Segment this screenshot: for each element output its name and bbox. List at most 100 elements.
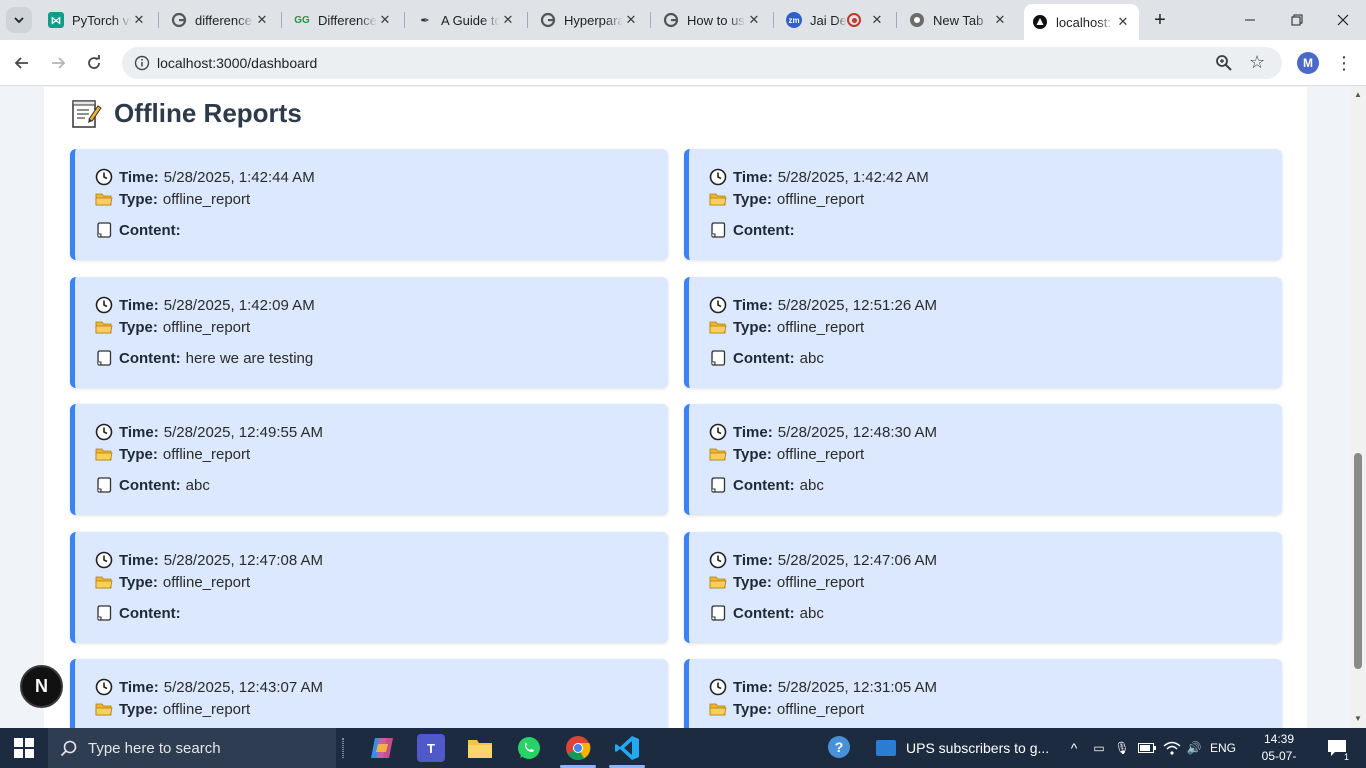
- clock-icon: [95, 551, 113, 569]
- close-tab-icon[interactable]: ✕: [131, 12, 147, 28]
- close-tab-icon[interactable]: ✕: [992, 12, 1008, 28]
- meet-now-icon[interactable]: ▭: [1089, 728, 1109, 768]
- report-card: Time: 5/28/2025, 12:31:05 AM Type: offline_…: [684, 659, 1282, 728]
- google-icon: [171, 12, 187, 28]
- info-icon[interactable]: [134, 55, 150, 71]
- folder-icon: [95, 445, 113, 463]
- minimize-button[interactable]: [1235, 6, 1265, 34]
- zoom-icon[interactable]: [1215, 54, 1233, 72]
- restore-button[interactable]: [1282, 6, 1312, 34]
- tab-new-tab[interactable]: New Tab ✕: [901, 4, 1016, 36]
- field-value: abc: [185, 476, 210, 494]
- scroll-icon: [709, 221, 727, 239]
- news-widget[interactable]: UPS subscribers to g...: [876, 728, 1049, 768]
- close-tab-icon[interactable]: ✕: [746, 12, 762, 28]
- vscode-icon[interactable]: [613, 734, 641, 762]
- scroll-icon: [95, 349, 113, 367]
- volume-icon[interactable]: 🔊: [1184, 728, 1204, 768]
- report-card: Time: 5/28/2025, 12:47:08 AM Type: offline_…: [70, 532, 668, 643]
- teams-icon[interactable]: T: [417, 734, 445, 762]
- report-card: Time: 5/28/2025, 1:42:42 AM Type: offline_r…: [684, 149, 1282, 260]
- report-field: Type: offline_report: [709, 445, 864, 463]
- help-icon[interactable]: ?: [826, 734, 854, 762]
- field-label: Time:: [119, 296, 159, 314]
- close-tab-icon[interactable]: ✕: [377, 12, 393, 28]
- folder-icon: [709, 190, 727, 208]
- copilot-icon[interactable]: [368, 734, 396, 762]
- tab-difference-google[interactable]: difference ✕: [163, 4, 278, 36]
- tab-pytorch[interactable]: ⋈ PyTorch vs ✕: [40, 4, 155, 36]
- clock-icon: [709, 551, 727, 569]
- minimize-icon: [1245, 19, 1255, 21]
- field-value: 5/28/2025, 12:51:26 AM: [777, 296, 938, 314]
- google-icon: [540, 12, 556, 28]
- whatsapp-icon[interactable]: [515, 734, 543, 762]
- scroll-icon: [95, 476, 113, 494]
- scroll-icon: [95, 604, 113, 622]
- field-label: Type:: [733, 445, 772, 463]
- page-scrollbar[interactable]: ▲ ▼: [1350, 87, 1366, 728]
- forward-button[interactable]: [44, 49, 72, 77]
- start-button[interactable]: [0, 728, 48, 768]
- tab-hyperparameters[interactable]: Hyperpara ✕: [532, 4, 647, 36]
- battery-icon[interactable]: [1136, 728, 1158, 768]
- clock-icon: [95, 296, 113, 314]
- back-button[interactable]: [8, 49, 36, 77]
- close-tab-icon[interactable]: ✕: [623, 12, 639, 28]
- field-label: Time:: [119, 168, 159, 186]
- nextjs-dev-tools-button[interactable]: N: [20, 665, 63, 708]
- browser-menu-icon[interactable]: ⋮: [1334, 51, 1354, 75]
- notification-center-button[interactable]: 1: [1322, 728, 1352, 768]
- tab-localhost[interactable]: localhost: ✕: [1024, 4, 1139, 40]
- field-label: Content:: [119, 221, 181, 239]
- field-label: Type:: [733, 190, 772, 208]
- tab-jai-de[interactable]: zm Jai De ✕: [778, 4, 893, 36]
- scrollbar-thumb[interactable]: [1354, 453, 1362, 669]
- pytorch-icon: ⋈: [48, 12, 64, 28]
- close-tab-icon[interactable]: ✕: [500, 12, 516, 28]
- folder-icon: [95, 573, 113, 591]
- field-label: Time:: [733, 551, 773, 569]
- field-label: Content:: [733, 349, 795, 367]
- scroll-down-icon[interactable]: ▼: [1354, 715, 1362, 723]
- field-value: 5/28/2025, 1:42:44 AM: [163, 168, 315, 186]
- report-field: Time: 5/28/2025, 1:42:44 AM: [95, 168, 315, 186]
- field-value: offline_report: [162, 445, 251, 463]
- reload-icon: [88, 55, 100, 69]
- url-text[interactable]: localhost:3000/dashboard: [157, 55, 317, 71]
- clock-icon: [709, 296, 727, 314]
- chrome-taskbar-icon[interactable]: [564, 734, 592, 762]
- language-indicator[interactable]: ENG: [1208, 728, 1238, 768]
- address-bar[interactable]: localhost:3000/dashboard ☆: [122, 47, 1282, 79]
- taskbar-search[interactable]: Type here to search: [48, 728, 336, 768]
- tab-how-to-use[interactable]: How to us ✕: [655, 4, 770, 36]
- field-label: Type:: [119, 445, 158, 463]
- browser-toolbar: localhost:3000/dashboard ☆ M ⋮: [0, 40, 1366, 86]
- tab-difference-gfg[interactable]: GG Difference ✕: [286, 4, 401, 36]
- tab-a-guide[interactable]: ✒ A Guide to ✕: [409, 4, 524, 36]
- folder-icon: [709, 318, 727, 336]
- wifi-icon[interactable]: [1161, 728, 1183, 768]
- tray-chevron-up-icon[interactable]: ^: [1064, 728, 1084, 768]
- taskbar-clock[interactable]: 14:39 05-07-2025: [1250, 731, 1308, 768]
- tab-search-button[interactable]: [6, 7, 32, 33]
- clock-time: 14:39: [1263, 732, 1295, 746]
- microphone-icon[interactable]: 🎙: [1112, 728, 1132, 768]
- report-field: Time: 5/28/2025, 12:31:05 AM: [709, 678, 937, 696]
- page-title: Offline Reports: [70, 97, 302, 129]
- report-field: Content: abc: [709, 604, 824, 622]
- field-value: 5/28/2025, 1:42:42 AM: [777, 168, 929, 186]
- report-field: Type: offline_report: [95, 445, 250, 463]
- close-tab-icon[interactable]: ✕: [254, 12, 270, 28]
- bookmark-star-icon[interactable]: ☆: [1249, 52, 1265, 73]
- field-label: Content:: [733, 604, 795, 622]
- close-tab-icon[interactable]: ✕: [1115, 14, 1131, 30]
- profile-avatar[interactable]: M: [1297, 52, 1319, 74]
- arrow-right-icon: [52, 57, 66, 69]
- scroll-up-icon[interactable]: ▲: [1354, 91, 1362, 99]
- reload-button[interactable]: [80, 49, 108, 77]
- file-explorer-icon[interactable]: [466, 734, 494, 762]
- close-tab-icon[interactable]: ✕: [869, 12, 885, 28]
- close-window-button[interactable]: [1328, 6, 1358, 34]
- new-tab-button[interactable]: +: [1148, 8, 1172, 32]
